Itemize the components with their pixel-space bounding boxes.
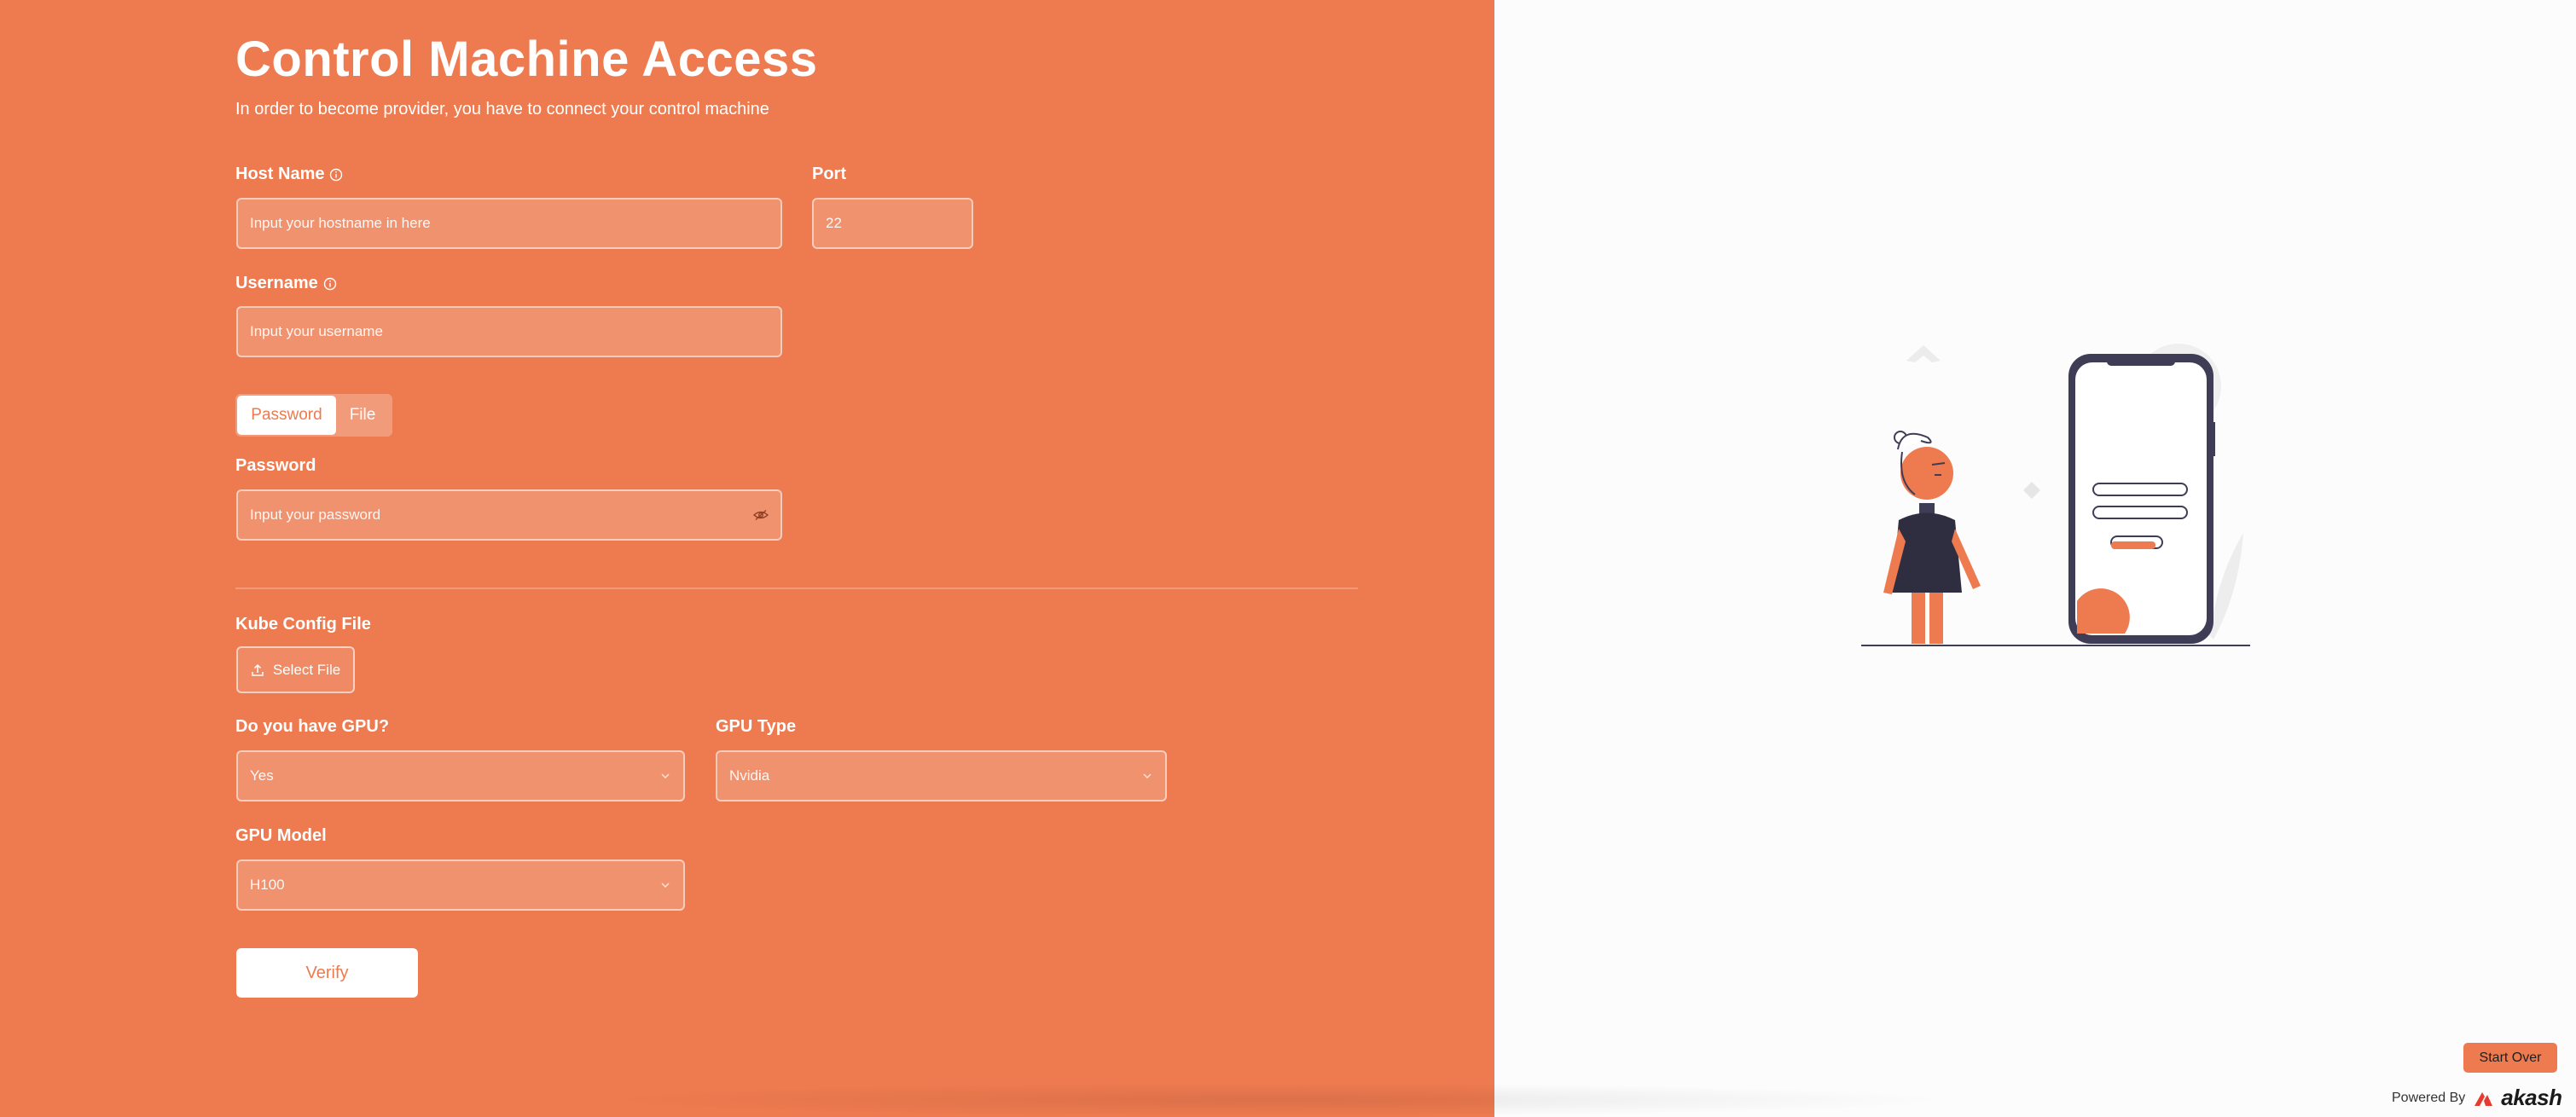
- password-input[interactable]: Input your password: [236, 489, 782, 541]
- username-label: Username: [235, 274, 337, 293]
- password-label-text: Password: [235, 456, 316, 475]
- login-illustration: [1861, 344, 2250, 646]
- kube-config-label: Kube Config File: [235, 615, 371, 634]
- host-name-input[interactable]: Input your hostname in here: [236, 198, 782, 249]
- gpu-label-text: Do you have GPU?: [235, 717, 390, 736]
- port-input[interactable]: 22: [812, 198, 973, 249]
- username-input[interactable]: Input your username: [236, 306, 782, 357]
- gpu-type-select[interactable]: Nvidia: [716, 750, 1167, 802]
- auth-method-tabs: Password File: [235, 394, 392, 437]
- deco-leaf: [2209, 533, 2243, 640]
- gpu-model-value: H100: [250, 877, 285, 893]
- upload-icon: [252, 663, 264, 676]
- gpu-model-label-text: GPU Model: [235, 826, 327, 845]
- gpu-type-label: GPU Type: [716, 717, 796, 737]
- tab-password[interactable]: Password: [237, 396, 336, 435]
- gpu-value: Yes: [250, 767, 274, 784]
- select-file-button[interactable]: Select File: [236, 646, 355, 693]
- gpu-model-select[interactable]: H100: [236, 859, 685, 911]
- powered-by: Powered By akash: [2392, 1085, 2562, 1111]
- akash-logo-icon: [2474, 1091, 2493, 1106]
- port-value: 22: [826, 215, 842, 231]
- page-subtitle: In order to become provider, you have to…: [235, 100, 769, 119]
- password-placeholder: Input your password: [250, 506, 381, 523]
- start-over-button[interactable]: Start Over: [2463, 1043, 2557, 1073]
- gpu-label: Do you have GPU?: [235, 717, 389, 737]
- username-label-text: Username: [235, 274, 318, 292]
- gpu-select[interactable]: Yes: [236, 750, 685, 802]
- host-name-placeholder: Input your hostname in here: [250, 215, 431, 231]
- powered-by-label: Powered By: [2392, 1090, 2466, 1105]
- gpu-type-value: Nvidia: [729, 767, 770, 784]
- gpu-type-label-text: GPU Type: [716, 717, 797, 736]
- gpu-model-label: GPU Model: [235, 826, 327, 846]
- form-panel: Control Machine Access In order to becom…: [0, 0, 1494, 1117]
- section-divider: [235, 587, 1358, 589]
- bottom-shadow: [597, 1083, 1962, 1117]
- password-label: Password: [235, 456, 316, 476]
- chevron-down-icon: [661, 883, 670, 888]
- select-file-label: Select File: [272, 661, 341, 678]
- host-name-label: Host Name: [235, 165, 343, 184]
- username-placeholder: Input your username: [250, 323, 383, 339]
- port-label-text: Port: [812, 165, 846, 183]
- info-icon[interactable]: [323, 277, 337, 291]
- kube-config-label-text: Kube Config File: [235, 615, 371, 634]
- eye-slash-icon[interactable]: [753, 509, 769, 521]
- page-title: Control Machine Access: [235, 32, 818, 87]
- host-name-label-text: Host Name: [235, 165, 325, 183]
- tab-file[interactable]: File: [336, 396, 389, 435]
- chevron-down-icon: [661, 773, 670, 778]
- deco-shape: [2023, 482, 2040, 499]
- brand-name: akash: [2501, 1085, 2562, 1110]
- chevron-down-icon: [1143, 773, 1152, 778]
- deco-shape: [1906, 345, 1941, 362]
- port-label: Port: [812, 165, 846, 184]
- info-icon[interactable]: [329, 168, 343, 182]
- verify-button[interactable]: Verify: [236, 948, 418, 998]
